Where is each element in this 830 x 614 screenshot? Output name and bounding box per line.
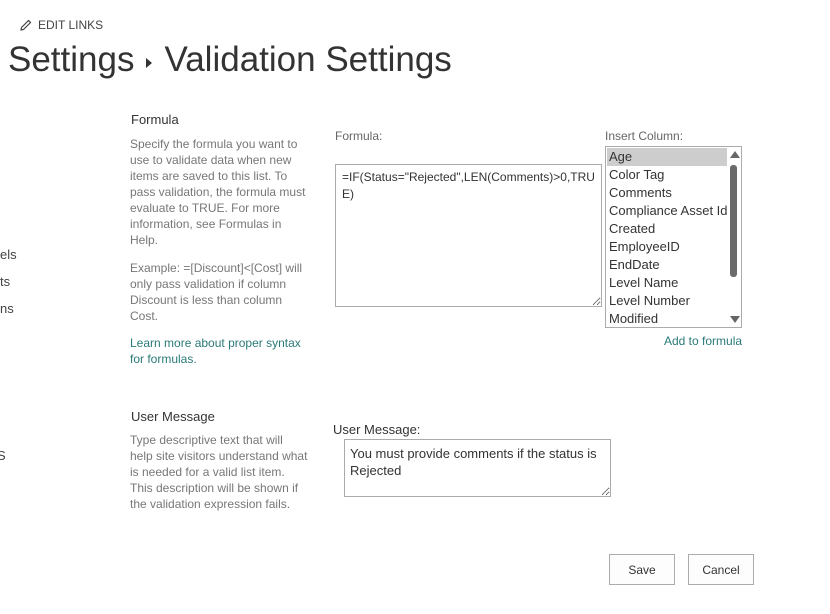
left-nav-item[interactable]: ts bbox=[0, 274, 10, 289]
column-option[interactable]: Compliance Asset Id bbox=[607, 202, 730, 220]
user-message-section-title: User Message bbox=[131, 409, 215, 424]
breadcrumb-separator-icon bbox=[146, 58, 153, 68]
pencil-icon bbox=[20, 19, 32, 31]
formula-description: Specify the formula you want to use to v… bbox=[130, 137, 306, 247]
left-nav-item[interactable]: els bbox=[0, 247, 17, 262]
edit-links-button[interactable]: EDIT LINKS bbox=[20, 18, 103, 32]
formula-textarea[interactable] bbox=[335, 164, 602, 307]
insert-column-label: Insert Column: bbox=[605, 129, 684, 143]
scroll-up-icon[interactable] bbox=[730, 151, 740, 158]
column-option[interactable]: Level Name bbox=[607, 274, 730, 292]
column-option[interactable]: EndDate bbox=[607, 256, 730, 274]
insert-column-listbox[interactable]: Age Color Tag Comments Compliance Asset … bbox=[605, 146, 742, 328]
left-nav-item[interactable]: ns bbox=[0, 301, 14, 316]
save-button[interactable]: Save bbox=[609, 554, 675, 585]
breadcrumb-parent[interactable]: Settings bbox=[8, 40, 134, 80]
column-option-age[interactable]: Age bbox=[607, 148, 730, 166]
formula-section-title: Formula bbox=[131, 112, 179, 127]
learn-more-link[interactable]: Learn more about proper syntax for formu… bbox=[130, 335, 308, 367]
user-message-description: Type descriptive text that will help sit… bbox=[130, 433, 308, 511]
edit-links-label: EDIT LINKS bbox=[38, 18, 104, 32]
column-option[interactable]: Level Number bbox=[607, 292, 730, 310]
cancel-button[interactable]: Cancel bbox=[688, 554, 754, 585]
column-option[interactable]: Modified bbox=[607, 310, 730, 327]
breadcrumb-current: Validation Settings bbox=[164, 40, 452, 79]
add-to-formula-link[interactable]: Add to formula bbox=[664, 333, 742, 349]
listbox-scrollbar[interactable] bbox=[727, 147, 741, 327]
column-option[interactable]: Comments bbox=[607, 184, 730, 202]
scroll-down-icon[interactable] bbox=[730, 316, 740, 323]
scroll-thumb[interactable] bbox=[730, 165, 737, 277]
user-message-textarea[interactable] bbox=[344, 439, 611, 497]
column-option[interactable]: Color Tag bbox=[607, 166, 730, 184]
user-message-label: User Message: bbox=[333, 422, 421, 437]
left-nav-item[interactable]: S bbox=[0, 448, 6, 463]
formula-label: Formula: bbox=[335, 129, 383, 143]
page-title: Settings Validation Settings bbox=[8, 40, 452, 80]
formula-example: Example: =[Discount]<[Cost] will only pa… bbox=[130, 261, 303, 323]
column-option[interactable]: Created bbox=[607, 220, 730, 238]
column-option[interactable]: EmployeeID bbox=[607, 238, 730, 256]
